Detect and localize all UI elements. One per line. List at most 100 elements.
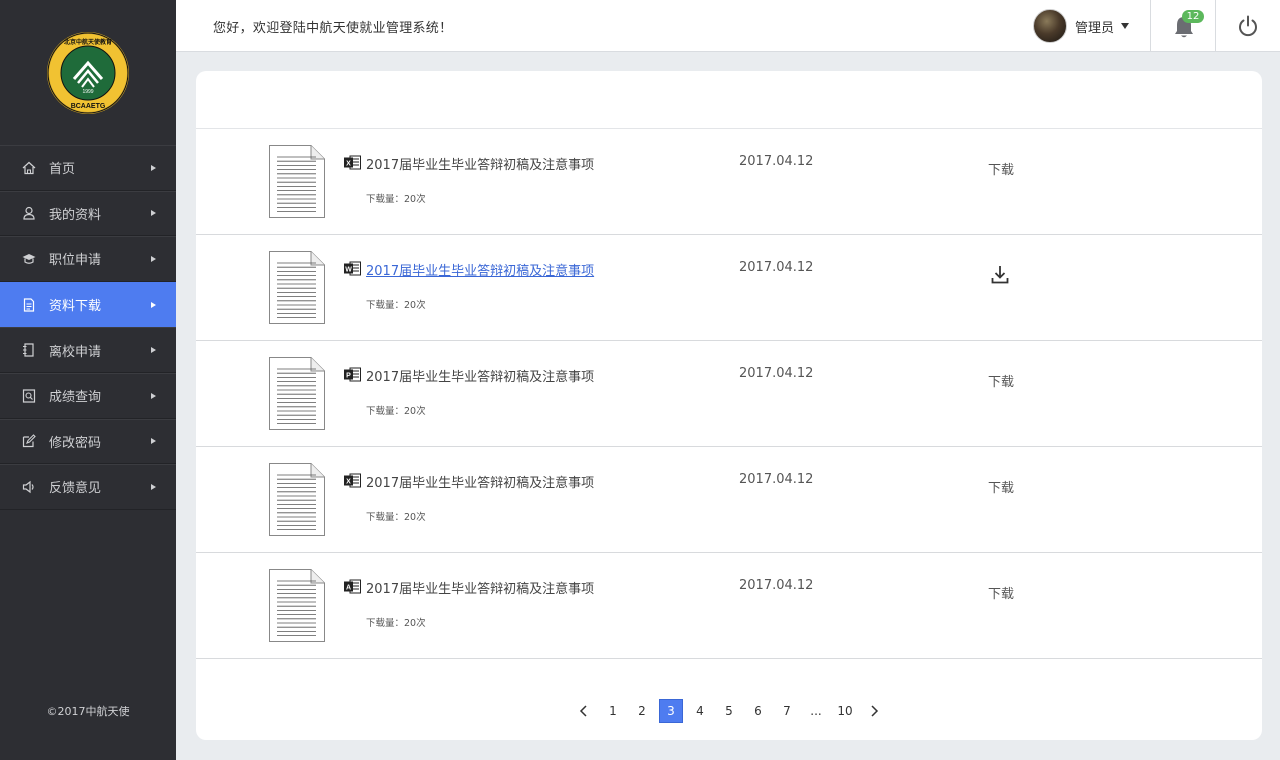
file-row: X 2017届毕业生毕业答辩初稿及注意事项 下载量：20次 2017.04.12… [196,447,1262,553]
sidebar-item-label: 我的资料 [49,207,102,223]
page-button[interactable]: 3 [659,699,683,723]
sidebar-item-label: 离校申请 [49,344,102,360]
document-thumbnail[interactable] [269,357,325,430]
download-button[interactable]: 下载 [988,583,1014,602]
file-title-link[interactable]: 2017届毕业生毕业答辩初稿及注意事项 [366,154,594,173]
file-date: 2017.04.12 [739,578,814,593]
sidebar-item-profile[interactable]: 我的资料 [0,190,176,237]
avatar [1033,9,1067,43]
graduation-cap-icon [22,252,36,266]
next-page-icon[interactable] [862,699,886,723]
pagination-controls: 1 2 3 4 5 6 7... 10 [572,699,891,723]
form-icon [22,343,36,357]
sidebar-item-label: 职位申请 [49,253,102,269]
svg-text:A: A [346,585,351,592]
download-button[interactable]: 下载 [988,371,1014,390]
header-divider [1215,0,1216,52]
caret-right-icon [151,164,156,171]
edit-icon [22,434,36,448]
caret-right-icon [151,483,156,490]
download-count: 下载量：20次 [366,512,426,523]
file-row: P 2017届毕业生毕业答辩初稿及注意事项 下载量：20次 2017.04.12… [196,341,1262,447]
speaker-icon [22,480,36,494]
logo-area: 1999 BCAAETG 北京中航天使教育 [0,0,176,145]
download-button[interactable]: 下载 [988,477,1014,496]
page-button[interactable]: 2 [630,699,654,723]
file-date: 2017.04.12 [739,366,814,381]
file-date: 2017.04.12 [739,154,814,169]
content-card: X 2017届毕业生毕业答辩初稿及注意事项 下载量：20次 2017.04.12… [196,71,1262,740]
word-file-icon: W [344,261,361,276]
sidebar-item-leave-application[interactable]: 离校申请 [0,327,176,373]
sidebar-item-job-application[interactable]: 职位申请 [0,236,176,282]
document-thumbnail[interactable] [269,251,325,324]
sidebar-item-downloads[interactable]: 资料下载 [0,281,176,328]
sidebar-item-home[interactable]: 首页 [0,145,176,191]
file-row: W 2017届毕业生毕业答辩初稿及注意事项 下载量：20次 2017.04.12 [196,235,1262,341]
download-count: 下载量：20次 [366,300,426,311]
user-name: 管理员 [1075,20,1115,36]
download-count: 下载量：20次 [366,406,426,417]
caret-right-icon [151,210,156,217]
user-icon [22,206,36,220]
notification-badge: 12 [1182,10,1204,23]
file-date: 2017.04.12 [739,260,814,275]
svg-text:X: X [346,161,351,168]
sidebar-item-label: 成绩查询 [49,390,102,406]
svg-text:W: W [345,267,352,274]
file-title-link[interactable]: 2017届毕业生毕业答辩初稿及注意事项 [366,366,594,385]
download-icon[interactable] [991,265,1009,285]
download-button[interactable]: 下载 [988,159,1014,178]
ppt-file-icon: P [344,367,361,382]
page-button[interactable]: 10 [833,699,857,723]
sidebar-item-label: 资料下载 [49,299,102,315]
file-title-link[interactable]: 2017届毕业生毕业答辩初稿及注意事项 [366,578,594,597]
prev-page-icon[interactable] [572,699,596,723]
power-icon[interactable] [1237,15,1259,37]
document-icon [22,297,36,312]
excel-file-icon: X [344,155,361,170]
svg-text:P: P [346,373,351,380]
file-date: 2017.04.12 [739,472,814,487]
sidebar-item-label: 修改密码 [49,435,102,451]
caret-right-icon [151,392,156,399]
file-row: A 2017届毕业生毕业答辩初稿及注意事项 下载量：20次 2017.04.12… [196,553,1262,659]
file-row: X 2017届毕业生毕业答辩初稿及注意事项 下载量：20次 2017.04.12… [196,129,1262,235]
caret-right-icon [151,347,156,354]
sidebar-item-feedback[interactable]: 反馈意见 [0,464,176,510]
caret-down-icon [1121,23,1130,29]
download-count: 下载量：20次 [366,618,426,629]
file-list: X 2017届毕业生毕业答辩初稿及注意事项 下载量：20次 2017.04.12… [196,129,1262,659]
caret-right-icon [151,438,156,445]
sidebar: 1999 BCAAETG 北京中航天使教育 首页 我的资料 职位申请 资料下载 … [0,0,176,760]
page-button[interactable]: 6 [746,699,770,723]
sidebar-item-change-password[interactable]: 修改密码 [0,418,176,465]
document-thumbnail[interactable] [269,569,325,642]
top-header: 您好，欢迎登陆中航天使就业管理系统！ 管理员 12 [176,0,1280,52]
caret-right-icon [151,255,156,262]
svg-text:X: X [346,479,351,486]
excel-file-icon: X [344,473,361,488]
pagination-ellipsis: ... [810,704,822,718]
svg-text:1999: 1999 [82,89,93,95]
page-button[interactable]: 5 [717,699,741,723]
welcome-message: 您好，欢迎登陆中航天使就业管理系统！ [213,21,453,36]
file-title-link[interactable]: 2017届毕业生毕业答辩初稿及注意事项 [366,260,594,279]
company-logo[interactable]: 1999 BCAAETG 北京中航天使教育 [46,31,130,115]
download-count: 下载量：20次 [366,194,426,205]
card-header [196,71,1262,129]
document-thumbnail[interactable] [269,145,325,218]
page-button[interactable]: 1 [601,699,625,723]
sidebar-nav: 首页 我的资料 职位申请 资料下载 离校申请 成绩查询 修改密码 反馈意见 [0,145,176,510]
sidebar-item-label: 反馈意见 [49,481,102,497]
page-button[interactable]: 4 [688,699,712,723]
svg-text:北京中航天使教育: 北京中航天使教育 [64,38,112,46]
svg-text:BCAAETG: BCAAETG [71,103,106,110]
document-thumbnail[interactable] [269,463,325,536]
copyright-footer: ©2017中航天使 [46,705,130,718]
user-menu[interactable]: 管理员 [1033,9,1130,43]
home-icon [22,161,36,175]
file-title-link[interactable]: 2017届毕业生毕业答辩初稿及注意事项 [366,472,594,491]
sidebar-item-grades[interactable]: 成绩查询 [0,372,176,419]
page-button[interactable]: 7 [775,699,799,723]
